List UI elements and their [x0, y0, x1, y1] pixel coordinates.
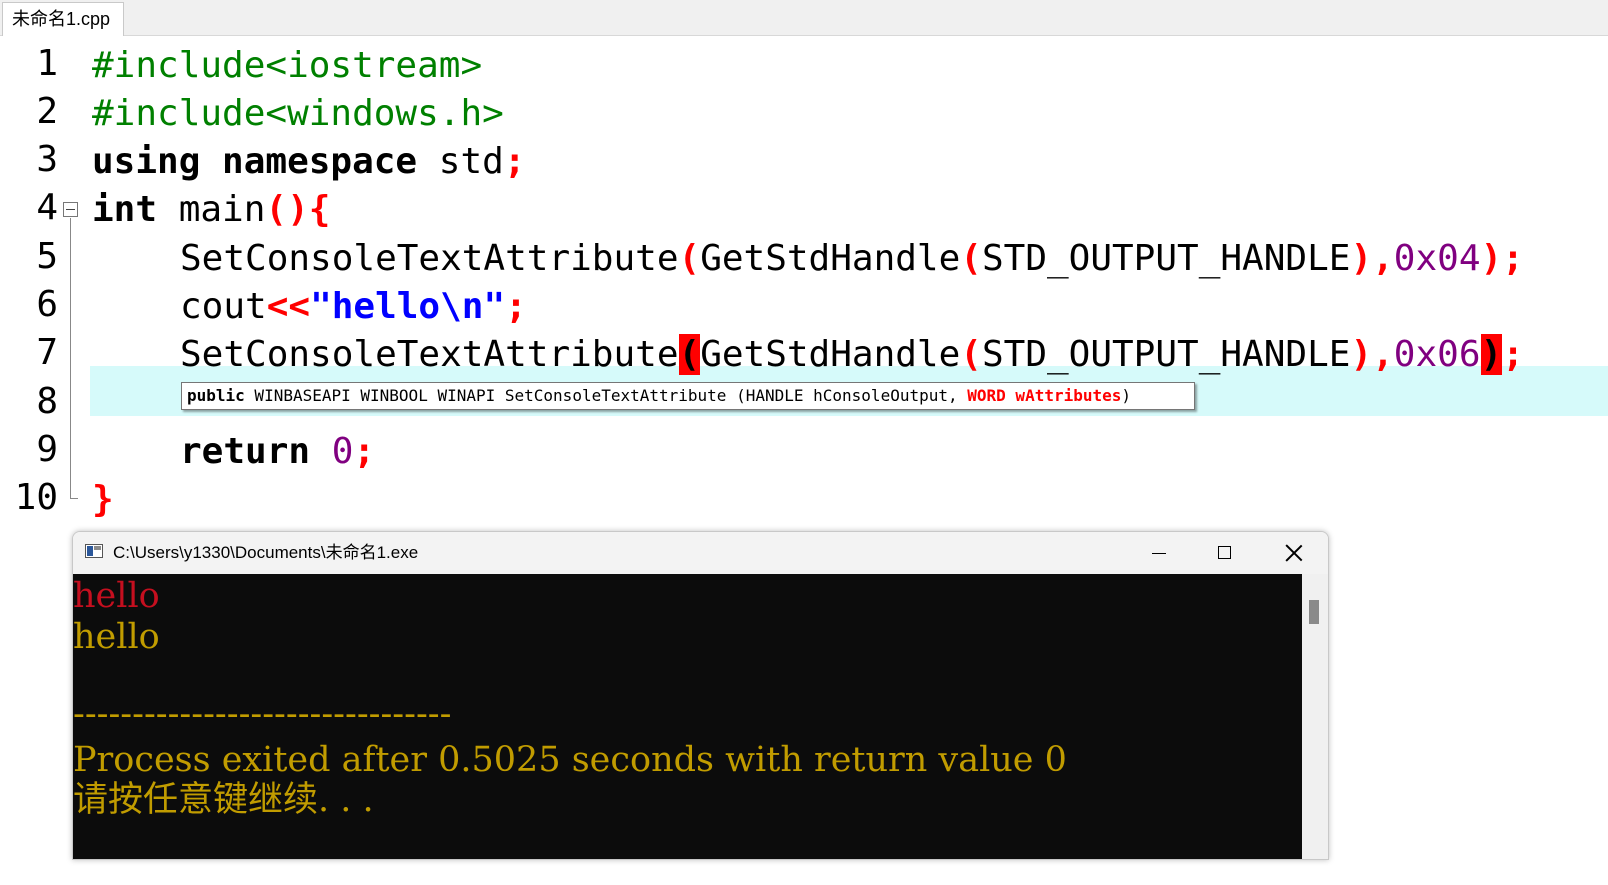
preprocessor-text: #include<windows.h>	[92, 93, 504, 134]
line-number: 10	[14, 477, 58, 518]
symbol-text: ;	[353, 431, 376, 472]
minimize-button[interactable]	[1125, 532, 1191, 574]
line-number: 3	[36, 139, 58, 180]
line-number: 2	[36, 91, 58, 132]
code-line-3: using namespace std;	[92, 138, 526, 186]
bracket-match-close: )	[1480, 334, 1503, 375]
identifier-text: main	[157, 189, 266, 230]
tab-untitled-cpp[interactable]: 未命名1.cpp	[2, 2, 124, 36]
bracket-match-open: (	[678, 334, 701, 375]
scrollbar-thumb[interactable]	[1309, 600, 1319, 624]
code-line-10: }	[92, 476, 114, 524]
identifier-text: cout	[180, 286, 267, 327]
function-name: SetConsoleTextAttribute	[180, 334, 679, 375]
code-line-5: SetConsoleTextAttribute(GetStdHandle(STD…	[180, 235, 1524, 283]
function-name: SetConsoleTextAttribute	[180, 238, 679, 279]
signature-tooltip: public WINBASEAPI WINBOOL WINAPI SetCons…	[181, 382, 1195, 410]
close-icon	[1285, 544, 1303, 562]
line-number: 8	[36, 381, 58, 422]
line-number: 7	[36, 332, 58, 373]
keyword-text: int	[92, 189, 158, 230]
code-line-4: int main(){	[92, 186, 330, 234]
keyword-text: using namespace	[92, 141, 418, 182]
tooltip-keyword: public	[187, 386, 245, 405]
line-number: 6	[36, 284, 58, 325]
line-number: 1	[36, 43, 58, 84]
symbol-text: ;	[505, 286, 527, 327]
keyword-text: return	[180, 431, 311, 472]
preprocessor-text: #include<iostream>	[92, 45, 483, 86]
symbol-text: ),	[1350, 238, 1394, 279]
minimize-icon	[1152, 553, 1166, 554]
fold-guide-end	[70, 498, 78, 499]
symbol-text: ;	[503, 141, 526, 182]
maximize-button[interactable]	[1191, 532, 1257, 574]
output-line: hello	[73, 617, 160, 657]
code-line-1: #include<iostream>	[92, 42, 482, 90]
console-titlebar[interactable]: C:\Users\y1330\Documents\未命名1.exe	[73, 532, 1328, 574]
fold-minus-icon[interactable]	[63, 202, 78, 217]
tooltip-signature: WINBASEAPI WINBOOL WINAPI SetConsoleText…	[244, 386, 968, 405]
symbol-text: <<	[266, 286, 311, 327]
number-literal: 0x04	[1393, 238, 1481, 279]
output-continue-message: 请按任意键继续. . .	[73, 780, 374, 820]
symbol-text: (	[678, 238, 701, 279]
line-number: 5	[36, 236, 58, 277]
line-number: 4	[36, 187, 58, 228]
function-name: GetStdHandle	[700, 334, 961, 375]
console-scrollbar[interactable]	[1302, 574, 1328, 859]
symbol-text: ;	[1502, 334, 1524, 375]
symbol-text: (	[960, 334, 982, 375]
close-button[interactable]	[1259, 532, 1325, 574]
identifier-text: std	[417, 141, 504, 182]
symbol-text: }	[92, 479, 114, 520]
identifier-text: STD_OUTPUT_HANDLE	[981, 334, 1351, 375]
number-literal: 0x06	[1393, 334, 1481, 375]
console-window[interactable]: C:\Users\y1330\Documents\未命名1.exe hello …	[72, 531, 1329, 860]
fold-guide-line	[70, 218, 71, 498]
output-exit-message: Process exited after 0.5025 seconds with…	[73, 740, 1067, 780]
code-line-2: #include<windows.h>	[92, 90, 504, 138]
symbol-text: ),	[1350, 334, 1394, 375]
symbol-text: );	[1480, 238, 1524, 279]
symbol-text: (){	[265, 189, 331, 230]
line-number-gutter: 1 2 3 4 5 6 7 8 9 10	[0, 36, 62, 885]
function-name: GetStdHandle	[700, 238, 961, 279]
console-output[interactable]: hello hello ----------------------------…	[73, 574, 1302, 859]
line-number: 9	[36, 429, 58, 470]
maximize-icon	[1218, 546, 1231, 559]
code-line-6: cout<<"hello\n";	[180, 283, 527, 331]
number-literal: 0	[331, 431, 354, 472]
tooltip-close-paren: )	[1121, 386, 1132, 405]
symbol-text: (	[960, 238, 982, 279]
string-literal: "hello\n"	[310, 286, 506, 327]
output-separator: --------------------------------	[73, 694, 452, 734]
identifier-text: STD_OUTPUT_HANDLE	[981, 238, 1351, 279]
tooltip-current-param: WORD wAttributes	[967, 386, 1122, 405]
code-line-7: SetConsoleTextAttribute(GetStdHandle(STD…	[180, 331, 1524, 379]
console-title: C:\Users\y1330\Documents\未命名1.exe	[113, 543, 419, 562]
console-app-icon	[85, 544, 103, 558]
code-line-9: return 0;	[180, 428, 375, 476]
output-line: hello	[73, 576, 160, 616]
file-tab-bar: 未命名1.cpp	[0, 0, 1608, 36]
